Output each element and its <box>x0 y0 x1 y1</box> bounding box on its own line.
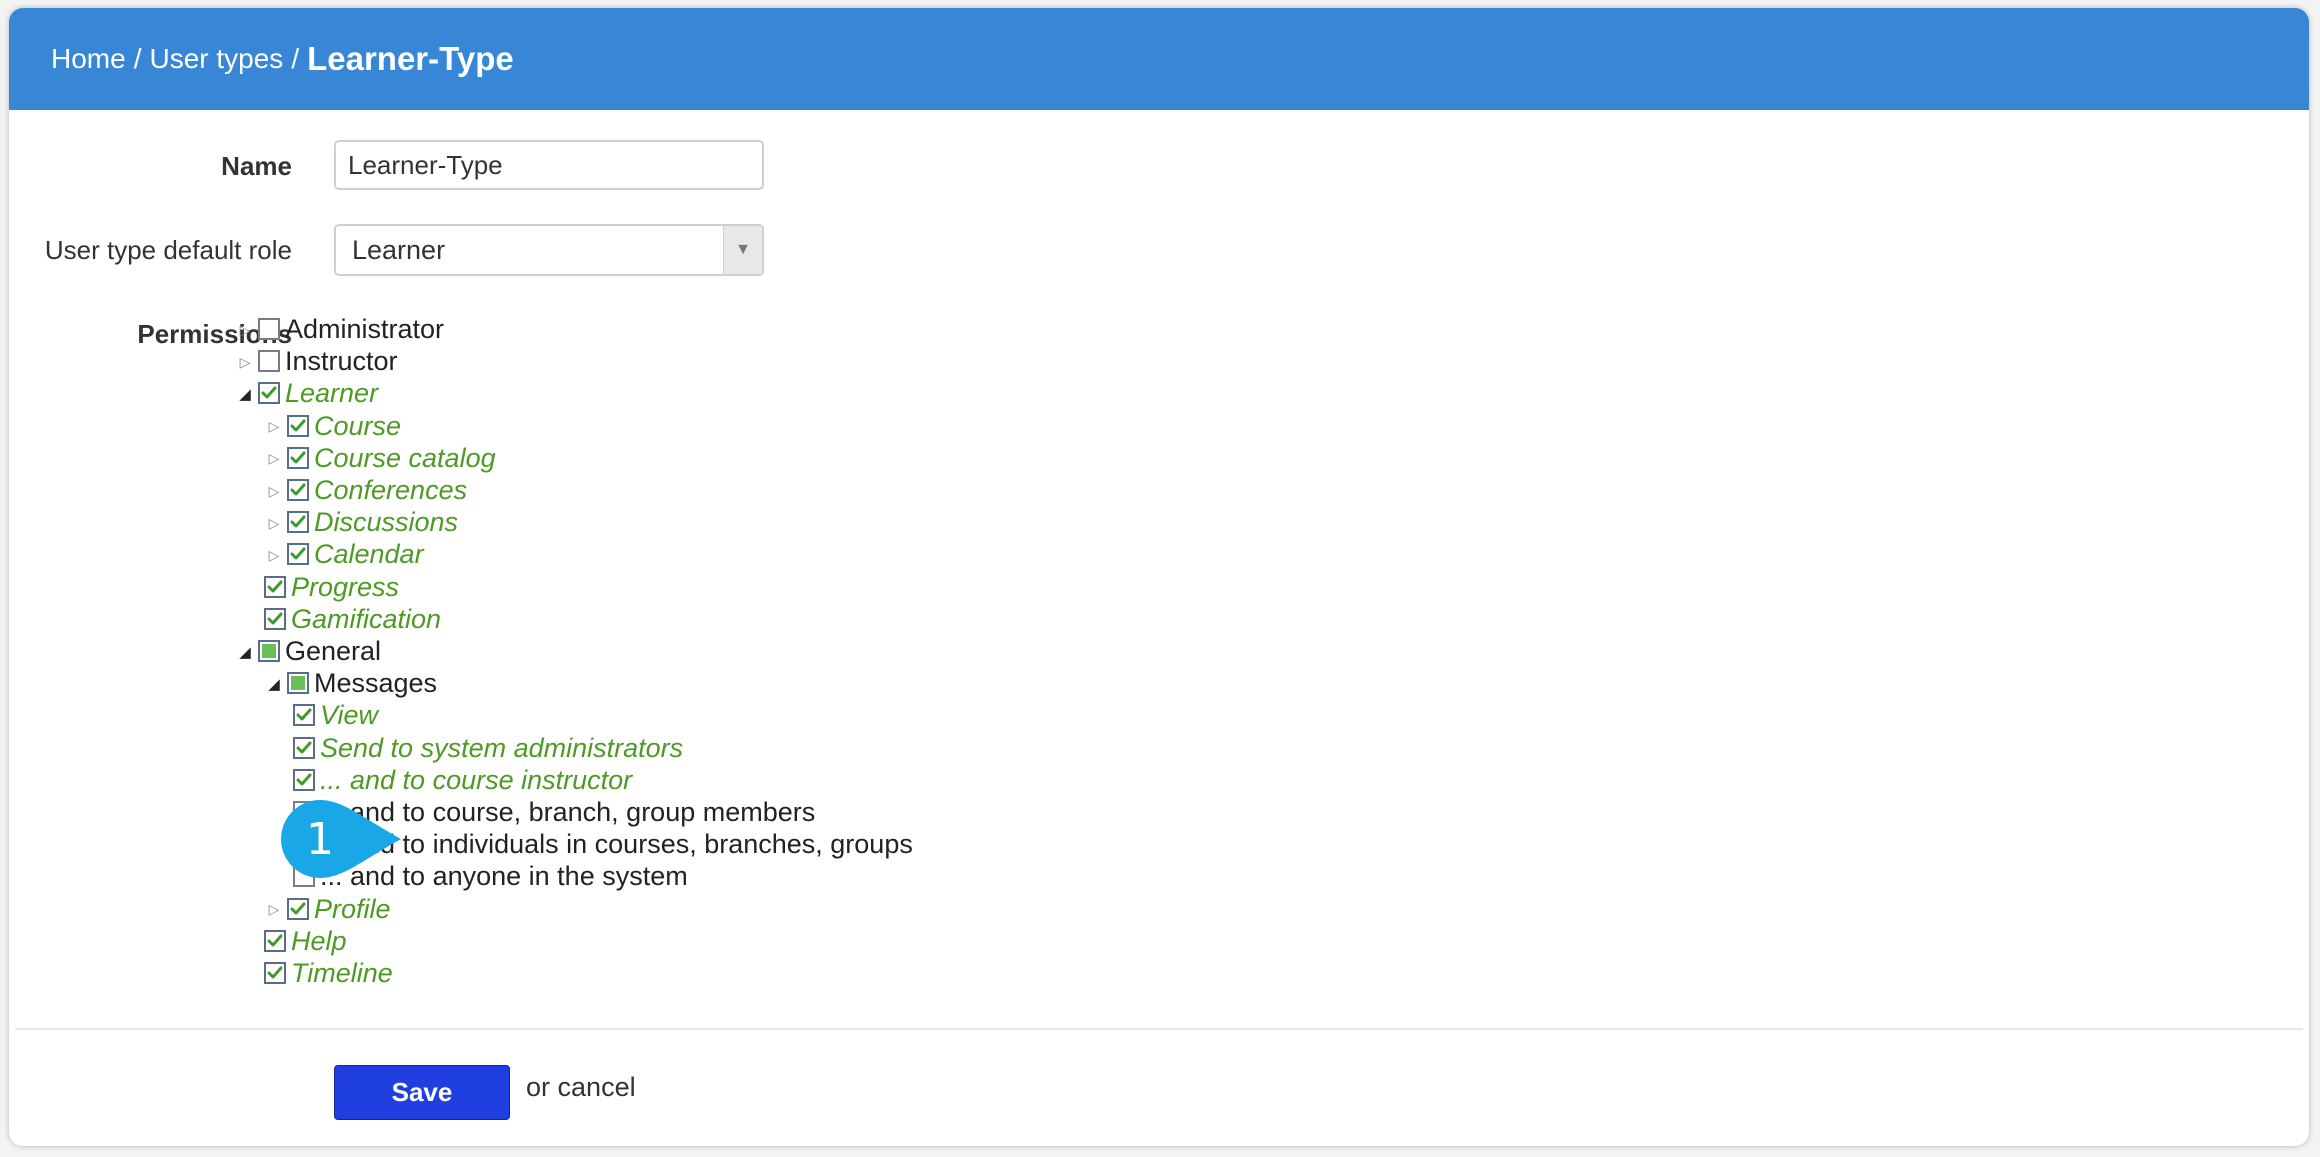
breadcrumb-home-link[interactable]: Home <box>51 43 126 75</box>
page-title: Learner-Type <box>307 40 514 77</box>
breadcrumb: Home / User types / Learner-Type <box>51 8 514 110</box>
expand-triangle-closed-icon[interactable]: ▷ <box>238 352 252 372</box>
permission-label[interactable]: View <box>320 699 378 731</box>
expand-triangle-closed-icon[interactable]: ▷ <box>238 320 252 340</box>
permission-label[interactable]: Profile <box>314 893 391 925</box>
expand-triangle-closed-icon[interactable]: ▷ <box>267 900 281 920</box>
permission-row: ▷ Course <box>9 410 909 442</box>
cancel-link[interactable]: cancel <box>558 1072 636 1102</box>
permission-label[interactable]: Administrator <box>285 313 444 345</box>
name-input[interactable] <box>334 140 764 190</box>
permission-label[interactable]: Learner <box>285 377 378 409</box>
expand-triangle-open-icon[interactable]: ◢ <box>238 384 252 404</box>
name-label: Name <box>221 151 292 181</box>
page-card: Home / User types / Learner-Type Name Us… <box>9 8 2309 1146</box>
permission-label[interactable]: Course catalog <box>314 442 496 474</box>
permission-row: ▷ Administrator <box>9 313 909 345</box>
permission-row: ... and to individuals in courses, branc… <box>9 828 913 860</box>
permission-label[interactable]: ... and to individuals in courses, branc… <box>320 828 913 860</box>
permission-checkbox[interactable] <box>287 672 309 695</box>
or-text: or <box>526 1072 551 1102</box>
breadcrumb-separator: / <box>291 43 300 74</box>
permission-checkbox[interactable] <box>287 511 309 534</box>
permission-label[interactable]: General <box>285 635 381 667</box>
save-button[interactable]: Save <box>334 1065 510 1120</box>
permission-row: Send to system administrators <box>9 732 909 764</box>
permission-checkbox[interactable] <box>287 446 309 469</box>
permission-checkbox[interactable] <box>258 640 280 662</box>
permission-row: Gamification <box>9 603 909 635</box>
expand-triangle-open-icon[interactable]: ◢ <box>267 674 281 694</box>
permission-row: ... and to anyone in the system <box>9 860 909 892</box>
permission-row: Progress <box>9 571 909 603</box>
expand-triangle-closed-icon[interactable]: ▷ <box>267 449 281 469</box>
permission-row: ▷ Profile <box>9 893 909 925</box>
expand-triangle-closed-icon[interactable]: ▷ <box>267 545 281 565</box>
permission-row: ▷ Conferences <box>9 474 909 506</box>
permission-label[interactable]: Discussions <box>314 506 458 538</box>
permission-label[interactable]: Send to system administrators <box>320 732 683 764</box>
default-role-select[interactable]: Learner ▼ <box>334 224 764 276</box>
permission-checkbox[interactable] <box>264 607 286 630</box>
permission-checkbox[interactable] <box>293 704 315 727</box>
expand-triangle-closed-icon[interactable]: ▷ <box>267 417 281 437</box>
callout-number: 1 <box>306 813 334 865</box>
chevron-down-icon[interactable]: ▼ <box>723 226 762 274</box>
permission-row: ▷ Course catalog <box>9 442 909 474</box>
permission-label[interactable]: ... and to course instructor <box>320 764 632 796</box>
cancel-group: or cancel <box>526 1072 636 1103</box>
page-header: Home / User types / Learner-Type <box>9 8 2309 110</box>
permission-checkbox[interactable] <box>264 962 286 984</box>
permission-checkbox[interactable] <box>287 897 309 920</box>
breadcrumb-user-types-link[interactable]: User types <box>149 43 283 75</box>
permission-row: ◢ General <box>9 635 909 667</box>
permission-checkbox[interactable] <box>264 929 286 952</box>
permission-row: ◢ Learner <box>9 377 909 409</box>
permission-row: ... and to course instructor <box>9 764 909 796</box>
expand-triangle-closed-icon[interactable]: ▷ <box>267 513 281 533</box>
permission-row: ... and to course, branch, group members <box>9 796 909 828</box>
permission-label[interactable]: Instructor <box>285 345 398 377</box>
permission-row: View <box>9 699 909 731</box>
permission-row: Timeline <box>9 957 909 989</box>
permission-label[interactable]: Gamification <box>291 603 441 635</box>
permission-checkbox[interactable] <box>293 768 315 791</box>
default-role-value: Learner <box>352 234 446 265</box>
permission-checkbox[interactable] <box>287 414 309 437</box>
permission-checkbox[interactable] <box>258 350 280 373</box>
expand-triangle-open-icon[interactable]: ◢ <box>238 642 252 662</box>
permission-row: ▷ Discussions <box>9 506 909 538</box>
permission-label[interactable]: Progress <box>291 571 399 603</box>
permission-row: ◢ Messages <box>9 667 909 699</box>
permission-label[interactable]: Conferences <box>314 474 467 506</box>
permission-row: ▷ Calendar <box>9 538 909 570</box>
breadcrumb-separator: / <box>133 43 142 74</box>
footer-divider <box>15 1028 2303 1030</box>
permission-checkbox[interactable] <box>258 382 280 405</box>
permission-checkbox[interactable] <box>264 575 286 598</box>
default-role-label: User type default role <box>44 235 292 265</box>
permission-checkbox[interactable] <box>287 543 309 566</box>
permission-checkbox[interactable] <box>258 318 280 340</box>
permission-checkbox[interactable] <box>287 479 309 501</box>
expand-triangle-closed-icon[interactable]: ▷ <box>267 481 281 501</box>
permission-row: Help <box>9 925 909 957</box>
permission-label[interactable]: Messages <box>314 667 437 699</box>
permission-label[interactable]: Help <box>291 925 347 957</box>
permission-label[interactable]: Course <box>314 410 401 442</box>
permission-checkbox[interactable] <box>293 736 315 759</box>
permission-label[interactable]: Calendar <box>314 538 424 570</box>
permission-label[interactable]: Timeline <box>291 957 393 989</box>
permission-row: ▷ Instructor <box>9 345 909 377</box>
